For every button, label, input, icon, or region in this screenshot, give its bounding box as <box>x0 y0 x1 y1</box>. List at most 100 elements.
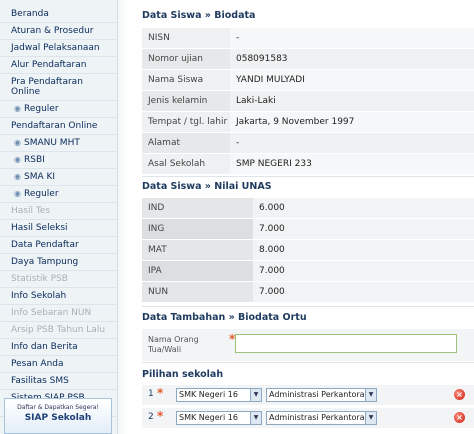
score-row-value: 6.000 <box>253 198 474 218</box>
unas-section-title: Data Siswa » Nilai UNAS <box>142 181 272 192</box>
biodata-row: Nomor ujian 058091583 <box>142 49 474 70</box>
school-select[interactable]: SMK Negeri 16 ▼ <box>176 411 262 425</box>
sidebar-item-aturan-prosedur[interactable]: Aturan & Prosedur <box>0 23 117 40</box>
promo-banner[interactable]: Daftar & Dapatkan Segera! SIAP Sekolah <box>4 398 112 434</box>
program-select[interactable]: Administrasi Perkantoran ▼ <box>266 388 377 402</box>
school-select-value: SMK Negeri 16 <box>179 413 238 422</box>
sidebar-item-pendaftaran-online[interactable]: Pendaftaran Online <box>0 118 117 135</box>
score-row: NUN 7.000 <box>142 282 474 303</box>
biodata-row-label: Alamat <box>142 133 230 153</box>
sidebar-item-label: Hasil Tes <box>11 206 51 216</box>
sidebar-item-label: Info Sebaran NUN <box>11 308 92 318</box>
sidebar-item-label: Jadwal Pelaksanaan <box>11 43 100 53</box>
sidebar-item-info-dan-berita[interactable]: Info dan Berita <box>0 339 117 356</box>
score-row-value: 7.000 <box>253 261 474 281</box>
sidebar-item-rsbi[interactable]: ◉ RSBI <box>0 152 117 169</box>
sidebar-nav: Beranda Aturan & Prosedur Jadwal Pelaksana… <box>0 0 118 434</box>
biodata-table: NISN - Nomor ujian 058091583 Nama Siswa YANDI… <box>142 28 474 175</box>
sidebar-item-hasil-seleksi[interactable]: Hasil Seleksi <box>0 220 117 237</box>
sidebar-item-label: Hasil Seleksi <box>11 223 68 233</box>
divider <box>142 362 474 363</box>
sidebar-item-info-sekolah[interactable]: Info Sekolah <box>0 288 117 305</box>
pilihan-section-title: Pilihan sekolah <box>142 369 224 380</box>
chevron-down-icon[interactable]: ▼ <box>365 412 376 424</box>
score-row-value: 7.000 <box>253 282 474 302</box>
program-select-value: Administrasi Perkantoran <box>269 390 370 399</box>
biodata-row-label: Nomor ujian <box>142 49 230 69</box>
sidebar-item-label: Reguler <box>23 104 59 114</box>
biodata-row-label: Asal Sekolah <box>142 154 230 174</box>
biodata-row-value: - <box>230 28 474 48</box>
sidebar-item-label: Reguler <box>23 189 59 199</box>
school-select[interactable]: SMK Negeri 16 ▼ <box>176 388 262 402</box>
sidebar-item-label: RSBI <box>23 155 45 165</box>
score-row: IPA 7.000 <box>142 261 474 282</box>
bullet-icon: ◉ <box>14 189 21 198</box>
sidebar-item-label: Info Sekolah <box>11 291 67 301</box>
sidebar-item-info-sebaran-nun: Info Sebaran NUN <box>0 305 117 322</box>
sidebar-item-label: Pendaftaran Online <box>11 121 98 131</box>
sidebar-item-label: Fasilitas SMS <box>11 376 69 386</box>
score-row: IND 6.000 <box>142 198 474 219</box>
biodata-row: Nama Siswa YANDI MULYADI <box>142 70 474 91</box>
biodata-row: NISN - <box>142 28 474 49</box>
sidebar-item-label: Alur Pendaftaran <box>11 60 87 70</box>
sidebar-item-statistik-psb: Statistik PSB <box>0 271 117 288</box>
score-row-label: NUN <box>142 282 253 302</box>
biodata-row-value: Laki-Laki <box>230 91 474 111</box>
sidebar-item-arsip-psb-tahun-lalu: Arsip PSB Tahun Lalu <box>0 322 117 339</box>
chevron-down-icon[interactable]: ▼ <box>250 389 261 401</box>
biodata-row-label: Nama Siswa <box>142 70 230 90</box>
delete-icon[interactable]: × <box>454 412 465 423</box>
chevron-down-icon[interactable]: ▼ <box>250 412 261 424</box>
biodata-row: Asal Sekolah SMP NEGERI 233 <box>142 154 474 175</box>
score-row-label: IND <box>142 198 253 218</box>
sidebar-item-pesan-anda[interactable]: Pesan Anda <box>0 356 117 373</box>
sidebar-item-daya-tampung[interactable]: Daya Tampung <box>0 254 117 271</box>
delete-icon[interactable]: × <box>454 389 465 400</box>
unas-table: IND 6.000 ING 7.000 MAT 8.000 IPA 7.000 NUN 7.000 <box>142 198 474 303</box>
choice-number: 2 <box>148 412 154 422</box>
parent-name-input[interactable] <box>235 334 457 353</box>
sidebar-item-label: SMANU MHT <box>23 138 80 148</box>
parent-name-label: Nama Orang Tua/Wali <box>148 335 199 354</box>
sidebar-item-smanu-mht[interactable]: ◉ SMANU MHT <box>0 135 117 152</box>
sidebar-item-jadwal-pelaksanaan[interactable]: Jadwal Pelaksanaan <box>0 40 117 57</box>
bullet-icon: ◉ <box>14 138 21 147</box>
sidebar-item-reguler[interactable]: ◉ Reguler <box>0 101 117 118</box>
required-marker: * <box>157 386 164 400</box>
sidebar-item-sma-ki[interactable]: ◉ SMA KI <box>0 169 117 186</box>
sidebar-item-beranda[interactable]: Beranda <box>0 6 117 23</box>
sidebar-item-label: Daya Tampung <box>11 257 79 267</box>
score-row: ING 7.000 <box>142 219 474 240</box>
program-select-value: Administrasi Perkantoran <box>269 413 370 422</box>
promo-title: SIAP Sekolah <box>24 413 92 423</box>
sidebar-item-fasilitas-sms[interactable]: Fasilitas SMS <box>0 373 117 390</box>
score-row: MAT 8.000 <box>142 240 474 261</box>
score-row-label: IPA <box>142 261 253 281</box>
main-content: Data Siswa » Biodata NISN - Nomor ujian 058… <box>128 0 474 434</box>
sidebar-item-reguler[interactable]: ◉ Reguler <box>0 186 117 203</box>
biodata-row: Jenis kelamin Laki-Laki <box>142 91 474 112</box>
sidebar-item-label: Statistik PSB <box>11 274 68 284</box>
score-row-value: 8.000 <box>253 240 474 260</box>
biodata-row-label: Jenis kelamin <box>142 91 230 111</box>
biodata-row-label: Tempat / tgl. lahir <box>142 112 230 132</box>
biodata-row-value: YANDI MULYADI <box>230 70 474 90</box>
sidebar-item-pra-pendaftaran-online[interactable]: Pra Pendaftaran Online <box>0 74 117 101</box>
required-marker: * <box>157 409 164 423</box>
score-row-value: 7.000 <box>253 219 474 239</box>
score-row-label: ING <box>142 219 253 239</box>
program-select[interactable]: Administrasi Perkantoran ▼ <box>266 411 377 425</box>
sidebar-item-hasil-tes: Hasil Tes <box>0 203 117 220</box>
bullet-icon: ◉ <box>14 172 21 181</box>
sidebar-item-label: Arsip PSB Tahun Lalu <box>11 325 106 335</box>
biodata-row-value: Jakarta, 9 November 1997 <box>230 112 474 132</box>
school-choice-row: 2 * SMK Negeri 16 ▼ Administrasi Perkantoran… <box>142 408 474 428</box>
sidebar-item-data-pendaftar[interactable]: Data Pendaftar <box>0 237 117 254</box>
chevron-down-icon[interactable]: ▼ <box>365 389 376 401</box>
sidebar-item-alur-pendaftaran[interactable]: Alur Pendaftaran <box>0 57 117 74</box>
ortu-section-title: Data Tambahan » Biodata Ortu <box>142 312 307 323</box>
ortu-form-row: Nama Orang Tua/Wali * <box>142 329 474 361</box>
biodata-row-value: 058091583 <box>230 49 474 69</box>
